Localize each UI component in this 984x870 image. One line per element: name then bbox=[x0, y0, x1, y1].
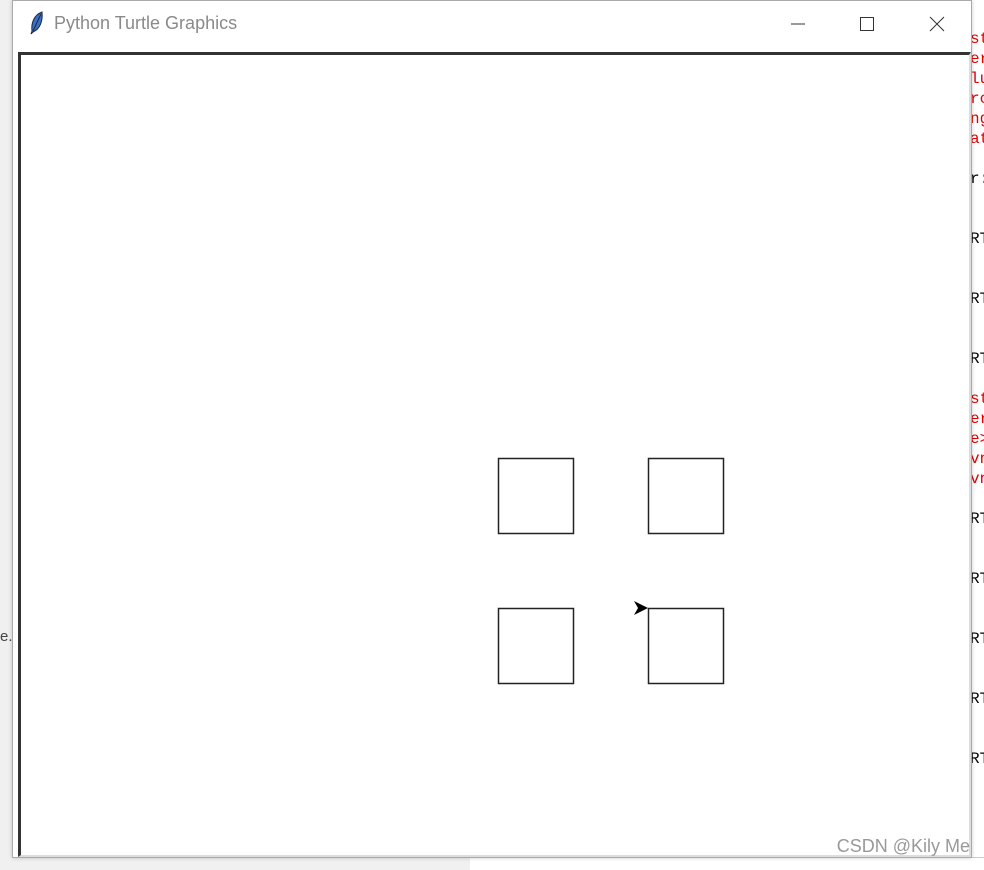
close-button[interactable] bbox=[914, 9, 960, 39]
code-fragment: st bbox=[970, 30, 984, 48]
code-fragment: ng bbox=[970, 110, 984, 128]
minimize-icon bbox=[791, 23, 805, 25]
code-fragment: RT bbox=[970, 510, 984, 528]
square-top-left bbox=[497, 457, 575, 535]
code-fragment: er bbox=[970, 410, 984, 428]
canvas-drawing bbox=[497, 457, 725, 685]
square-top-right bbox=[647, 457, 725, 535]
square-bottom-left bbox=[497, 607, 575, 685]
code-fragment: RT bbox=[970, 290, 984, 308]
title-bar[interactable]: Python Turtle Graphics bbox=[13, 1, 971, 47]
code-fragment: lu bbox=[970, 70, 984, 88]
code-fragment: rc bbox=[970, 90, 984, 108]
code-fragment: e> bbox=[970, 430, 984, 448]
background-left-text: e. bbox=[0, 628, 13, 645]
code-fragment: RT bbox=[970, 630, 984, 648]
square-bottom-right bbox=[647, 607, 725, 685]
code-fragment: at bbox=[970, 130, 984, 148]
code-fragment: RT bbox=[970, 350, 984, 368]
feather-icon bbox=[29, 11, 45, 40]
code-fragment: vn bbox=[970, 470, 984, 488]
code-fragment: r: bbox=[970, 170, 984, 188]
code-fragment: st bbox=[970, 390, 984, 408]
turtle-window: Python Turtle Graphics bbox=[12, 0, 972, 858]
close-icon bbox=[929, 16, 945, 32]
maximize-icon bbox=[860, 17, 874, 31]
code-fragment: RT bbox=[970, 750, 984, 768]
code-fragment: RT bbox=[970, 570, 984, 588]
code-fragment: vn bbox=[970, 450, 984, 468]
maximize-button[interactable] bbox=[844, 9, 890, 39]
turtle-cursor-icon bbox=[634, 601, 648, 615]
watermark: CSDN @Kily Me bbox=[836, 836, 970, 856]
code-fragment: RT bbox=[970, 690, 984, 708]
window-title: Python Turtle Graphics bbox=[54, 13, 238, 33]
minimize-button[interactable] bbox=[775, 9, 821, 39]
turtle-canvas[interactable] bbox=[18, 52, 971, 857]
code-fragment: RT bbox=[970, 230, 984, 248]
code-fragment: er bbox=[970, 50, 984, 68]
